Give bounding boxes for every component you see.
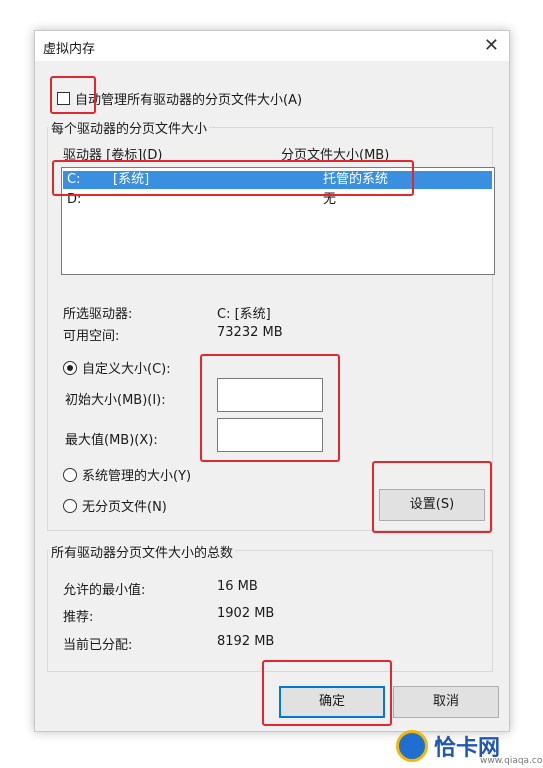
current-allocated-value: 8192 MB (217, 634, 275, 649)
close-icon[interactable]: ✕ (484, 35, 499, 56)
cancel-button[interactable]: 取消 (393, 686, 499, 718)
free-space-value: 73232 MB (217, 325, 283, 340)
watermark-logo-icon (396, 730, 428, 762)
system-managed-label[interactable]: 系统管理的大小(Y) (82, 465, 191, 484)
title-bar: 虚拟内存 ✕ (35, 31, 509, 61)
free-space-label: 可用空间: (63, 329, 120, 344)
custom-size-radio[interactable] (63, 361, 77, 375)
highlight-auto-manage (50, 76, 96, 114)
per-drive-group-title: 每个驱动器的分页文件大小 (49, 118, 210, 137)
highlight-ok-button (262, 660, 392, 726)
site-watermark: 恰卡网 www.qiaqa.com (396, 728, 543, 766)
no-paging-label[interactable]: 无分页文件(N) (82, 496, 167, 515)
totals-group-title: 所有驱动器分页文件大小的总数 (49, 542, 236, 561)
initial-size-label: 初始大小(MB)(I): (65, 393, 166, 408)
min-allowed-label: 允许的最小值: (63, 583, 146, 598)
system-managed-radio[interactable] (63, 468, 77, 482)
highlight-size-inputs (200, 354, 340, 462)
highlight-drive-c-row (52, 160, 414, 196)
watermark-url: www.qiaqa.com (480, 756, 543, 766)
custom-size-label[interactable]: 自定义大小(C): (82, 358, 171, 377)
recommended-value: 1902 MB (217, 606, 275, 621)
recommended-label: 推荐: (63, 610, 94, 625)
current-allocated-label: 当前已分配: (63, 638, 133, 653)
selected-drive-value: C: [系统] (217, 307, 271, 322)
auto-manage-label[interactable]: 自动管理所有驱动器的分页文件大小(A) (75, 89, 302, 108)
max-size-label: 最大值(MB)(X): (65, 433, 158, 448)
no-paging-radio[interactable] (63, 499, 77, 513)
dialog-title: 虚拟内存 (43, 42, 96, 57)
min-allowed-value: 16 MB (217, 579, 258, 594)
highlight-set-button (372, 461, 492, 533)
selected-drive-label: 所选驱动器: (63, 307, 133, 322)
